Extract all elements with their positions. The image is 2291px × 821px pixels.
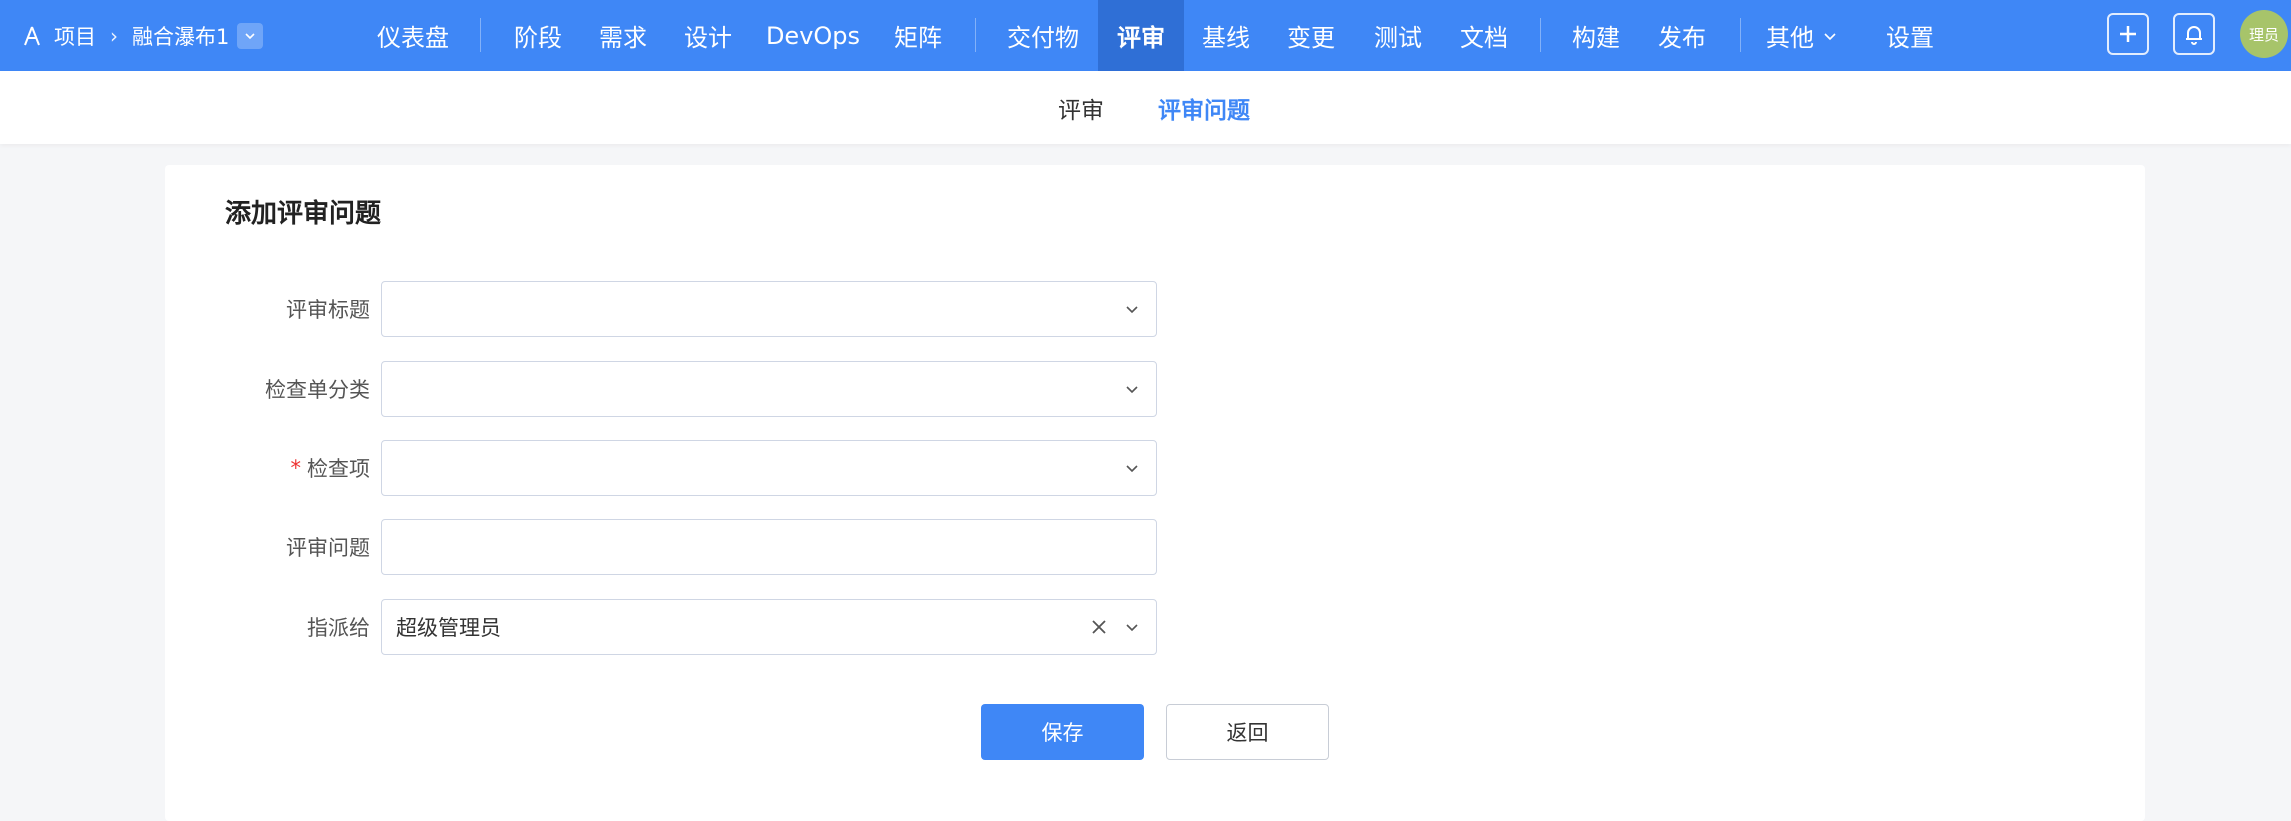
notifications-button[interactable] — [2173, 13, 2215, 55]
breadcrumb-root[interactable]: 项目 — [54, 21, 96, 51]
nav-item-settings[interactable]: 设置 — [1872, 0, 1948, 71]
nav-item-release[interactable]: 发布 — [1646, 0, 1718, 71]
chevron-right-icon: › — [110, 23, 118, 48]
field-label: 评审标题 — [286, 298, 370, 322]
plus-icon — [2120, 26, 2136, 42]
form-row-check-item: * 检查项 — [165, 440, 1165, 498]
nav-item-stage[interactable]: 阶段 — [502, 0, 574, 71]
nav-divider — [1740, 18, 1741, 52]
project-logo-icon — [20, 24, 44, 48]
nav-item-more-label: 其他 — [1766, 24, 1814, 52]
nav-item-build[interactable]: 构建 — [1560, 0, 1632, 71]
add-button[interactable] — [2107, 13, 2149, 55]
tab-review-issues[interactable]: 评审问题 — [1158, 71, 1250, 144]
nav-item-matrix[interactable]: 矩阵 — [882, 0, 954, 71]
checklist-category-select[interactable] — [381, 361, 1157, 417]
nav-item-deliverables[interactable]: 交付物 — [998, 0, 1088, 71]
field-label: 指派给 — [307, 616, 370, 640]
nav-item-test[interactable]: 测试 — [1362, 0, 1434, 71]
back-button[interactable]: 返回 — [1166, 704, 1329, 760]
check-item-select[interactable] — [381, 440, 1157, 496]
nav-item-review[interactable]: 评审 — [1098, 0, 1184, 71]
nav-divider — [975, 18, 976, 52]
avatar[interactable]: 理员 — [2240, 10, 2288, 58]
tab-review[interactable]: 评审 — [1058, 71, 1104, 144]
assignee-select[interactable]: 超级管理员 — [381, 599, 1157, 655]
nav-item-requirements[interactable]: 需求 — [587, 0, 659, 71]
form-card: 添加评审问题 评审标题 检查单分类 * 检查项 评审问题 指派给 超级管理员 保… — [165, 165, 2145, 821]
breadcrumb: 项目 › 融合瀑布1 — [20, 0, 264, 71]
bell-icon — [2186, 26, 2202, 45]
chevron-down-icon — [1824, 32, 1836, 40]
chevron-down-icon — [1126, 386, 1138, 394]
sub-tabbar: 评审 评审问题 — [0, 71, 2291, 144]
project-name[interactable]: 融合瀑布1 — [132, 21, 229, 51]
nav-item-devops[interactable]: DevOps — [763, 0, 863, 71]
project-switch-dropdown[interactable] — [237, 22, 264, 49]
form-row-checklist-category: 检查单分类 — [165, 361, 1165, 419]
nav-divider — [480, 18, 481, 52]
nav-item-change[interactable]: 变更 — [1275, 0, 1347, 71]
nav-item-design[interactable]: 设计 — [672, 0, 744, 71]
form-row-review-title: 评审标题 — [165, 281, 1165, 339]
chevron-down-icon — [1126, 624, 1138, 632]
page-title: 添加评审问题 — [225, 199, 382, 229]
chevron-down-icon — [245, 32, 255, 39]
required-mark: * — [290, 456, 302, 480]
review-title-select[interactable] — [381, 281, 1157, 337]
nav-item-docs[interactable]: 文档 — [1448, 0, 1520, 71]
form-row-review-issue: 评审问题 — [165, 519, 1165, 577]
nav-item-dashboard[interactable]: 仪表盘 — [360, 0, 466, 71]
nav-divider — [1540, 18, 1541, 52]
form-row-assignee: 指派给 超级管理员 — [165, 599, 1165, 657]
review-issue-input[interactable] — [381, 519, 1157, 575]
assignee-value: 超级管理员 — [396, 616, 501, 640]
chevron-down-icon — [1126, 465, 1138, 473]
field-label: 检查单分类 — [265, 378, 370, 402]
field-label: 评审问题 — [286, 536, 370, 560]
close-icon[interactable] — [1088, 616, 1110, 638]
field-label: * 检查项 — [290, 456, 371, 481]
chevron-down-icon — [1126, 306, 1138, 314]
save-button[interactable]: 保存 — [981, 704, 1144, 760]
top-navbar: 项目 › 融合瀑布1 仪表盘 阶段 需求 设计 DevOps 矩阵 交付物 评审… — [0, 0, 2291, 71]
nav-item-baseline[interactable]: 基线 — [1190, 0, 1262, 71]
nav-item-more[interactable]: 其他 — [1766, 0, 1856, 71]
